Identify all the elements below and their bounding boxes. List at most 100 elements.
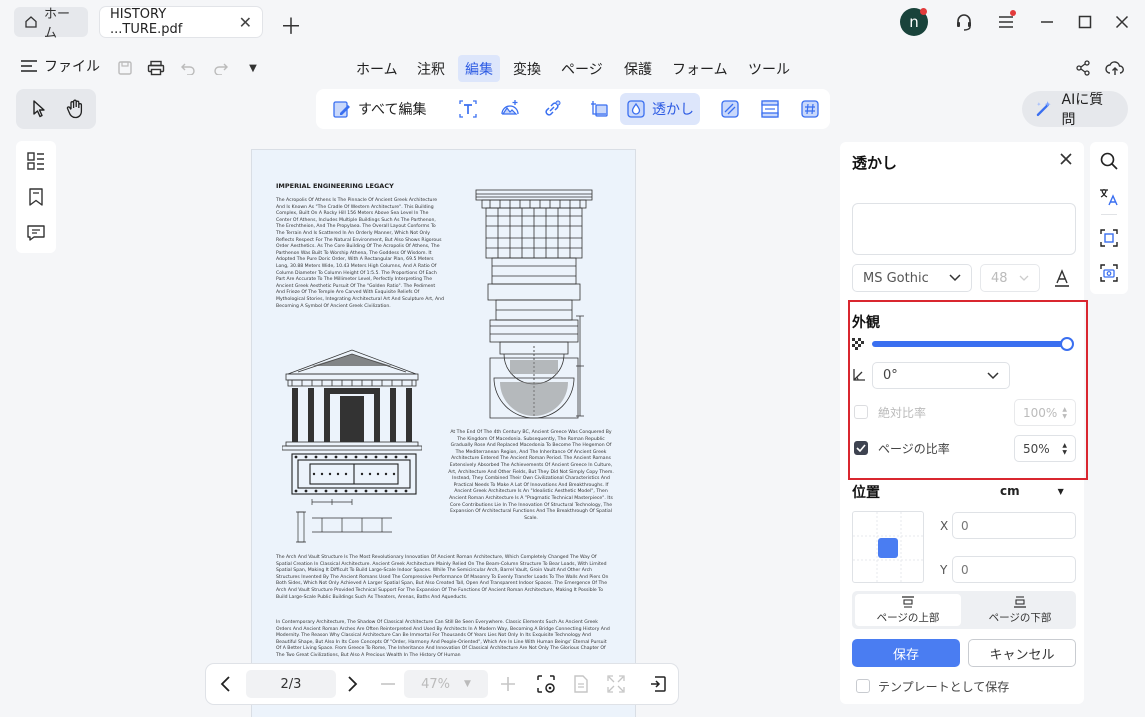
ai-ask-button[interactable]: AIに質問 xyxy=(1022,91,1128,128)
y-label: Y xyxy=(940,563,948,577)
collapse-panel-icon[interactable] xyxy=(648,674,668,694)
fit-view-icon[interactable] xyxy=(536,674,556,694)
add-image-icon[interactable] xyxy=(494,93,526,125)
unit-select[interactable]: cm ▼ xyxy=(1000,484,1064,498)
absolute-scale-checkbox[interactable] xyxy=(854,405,868,419)
hand-tool-icon[interactable] xyxy=(64,98,86,120)
screenshot-capture-icon[interactable] xyxy=(1099,263,1119,283)
menu-edit[interactable]: 編集 xyxy=(458,55,500,82)
bates-number-icon[interactable] xyxy=(794,93,826,125)
position-center-marker[interactable] xyxy=(878,538,898,558)
save-template-checkbox[interactable] xyxy=(856,679,870,693)
menu-convert[interactable]: 変換 xyxy=(506,55,548,82)
panel-title: 透かし xyxy=(852,154,898,172)
header-footer-icon[interactable] xyxy=(754,93,786,125)
next-page-icon[interactable] xyxy=(342,674,362,694)
text-color-icon[interactable] xyxy=(1052,268,1072,288)
bookmark-icon[interactable] xyxy=(26,187,46,207)
doc-title: IMPERIAL ENGINEERING LEGACY xyxy=(276,182,394,190)
edit-toolbar: すべて編集 透かし xyxy=(316,89,830,129)
chevron-down-icon xyxy=(1019,275,1029,281)
font-select[interactable]: MS Gothic xyxy=(852,264,972,292)
minimize-icon[interactable] xyxy=(1035,10,1059,34)
save-button[interactable]: 保存 xyxy=(852,639,960,667)
close-tab-icon[interactable]: ✕ xyxy=(239,13,252,32)
menu-form-label: フォーム xyxy=(672,61,728,78)
absolute-scale-stepper[interactable]: 100% ▲ ▼ xyxy=(1014,399,1076,426)
watermark-button[interactable]: 透かし xyxy=(620,93,700,125)
vertical-placement-toggle: ページの上部 ページの下部 xyxy=(852,591,1076,629)
menu-page[interactable]: ページ xyxy=(554,55,610,82)
menu-annotate[interactable]: 注釈 xyxy=(410,55,452,82)
close-panel-icon[interactable] xyxy=(1058,151,1074,167)
new-tab-icon[interactable]: ＋ xyxy=(280,9,302,41)
doc-paragraph-3: The Arch And Vault Structure Is The Most… xyxy=(276,555,609,600)
font-size-select[interactable]: 48 xyxy=(980,264,1040,292)
ocr-icon[interactable] xyxy=(1099,228,1119,248)
select-cursor-icon[interactable] xyxy=(28,98,50,120)
cancel-button[interactable]: キャンセル xyxy=(968,639,1076,667)
redo-icon[interactable] xyxy=(210,57,232,79)
page-view-icon[interactable] xyxy=(571,674,591,694)
maximize-icon[interactable] xyxy=(1073,10,1097,34)
chevron-down-icon xyxy=(987,371,999,379)
temple-drawing xyxy=(282,349,422,543)
hamburger-icon xyxy=(21,60,37,72)
menu-form[interactable]: フォーム xyxy=(665,55,735,82)
bottom-of-page-option[interactable]: ページの下部 xyxy=(967,594,1073,626)
crop-page-icon[interactable] xyxy=(584,93,616,125)
zoom-in-icon[interactable] xyxy=(498,674,518,694)
quick-access-dropdown-icon[interactable]: ▼ xyxy=(242,57,264,79)
page-scale-stepper[interactable]: 50% ▲ ▼ xyxy=(1014,435,1076,462)
menu-protect[interactable]: 保護 xyxy=(617,55,659,82)
ai-sparkle-icon xyxy=(1036,101,1051,117)
share-icon[interactable] xyxy=(1072,57,1094,79)
translate-icon[interactable] xyxy=(1099,187,1119,207)
menu-home[interactable]: ホーム xyxy=(349,55,405,82)
save-disk-icon[interactable] xyxy=(114,57,136,79)
absolute-scale-label: 絶対比率 xyxy=(878,406,927,420)
rotation-value: 0° xyxy=(883,368,898,383)
cursor-tool-group xyxy=(16,89,96,129)
zoom-select[interactable]: 47% ▼ xyxy=(404,670,488,698)
print-icon[interactable] xyxy=(145,57,167,79)
doc-paragraph-2: At The End Of The 4th Century BC, Ancien… xyxy=(448,430,614,521)
thumbnails-icon[interactable] xyxy=(26,151,46,171)
opacity-slider-thumb[interactable] xyxy=(1060,337,1074,351)
opacity-slider-track[interactable] xyxy=(872,341,1068,347)
home-tab[interactable]: ホーム xyxy=(14,7,88,41)
file-menu[interactable]: ファイル xyxy=(20,56,100,76)
close-window-icon[interactable] xyxy=(1110,10,1134,34)
top-of-page-option[interactable]: ページの上部 xyxy=(855,594,961,626)
font-size-value: 48 xyxy=(991,270,1008,286)
add-link-icon[interactable] xyxy=(536,93,568,125)
pdf-page[interactable]: IMPERIAL ENGINEERING LEGACY The Acropoli… xyxy=(252,150,635,717)
background-icon[interactable] xyxy=(714,93,746,125)
rotation-select[interactable]: 0° xyxy=(872,362,1010,389)
undo-icon[interactable] xyxy=(177,57,199,79)
menu-convert-label: 変換 xyxy=(513,61,541,78)
watermark-text-input[interactable] xyxy=(852,203,1076,255)
cloud-upload-icon[interactable] xyxy=(1104,57,1126,79)
fullscreen-icon[interactable] xyxy=(606,674,626,694)
menu-tools[interactable]: ツール xyxy=(741,55,797,82)
file-tab-label: HISTORY ...TURE.pdf xyxy=(110,7,183,37)
x-coordinate-input[interactable]: 0 xyxy=(952,512,1076,539)
save-template-label: テンプレートとして保存 xyxy=(878,680,1010,694)
y-coordinate-input[interactable]: 0 xyxy=(952,556,1076,583)
menu-notification-dot xyxy=(1010,10,1016,16)
edit-all-button[interactable]: すべて編集 xyxy=(326,93,432,125)
avatar-initial: n xyxy=(909,13,919,31)
zoom-out-icon[interactable] xyxy=(378,674,398,694)
comment-icon[interactable] xyxy=(26,223,46,243)
page-scale-checkbox[interactable] xyxy=(854,441,868,455)
page-number-input[interactable]: 2/3 xyxy=(246,670,336,698)
appearance-title: 外観 xyxy=(852,315,880,331)
search-icon[interactable] xyxy=(1099,151,1119,171)
previous-page-icon[interactable] xyxy=(216,674,236,694)
stepper-arrows-icon: ▲ ▼ xyxy=(1062,405,1067,420)
headset-icon[interactable] xyxy=(952,10,976,34)
file-tab[interactable]: HISTORY ...TURE.pdf ✕ xyxy=(100,7,262,37)
add-text-icon[interactable] xyxy=(452,93,484,125)
page-scale-label: ページの比率 xyxy=(878,442,950,456)
